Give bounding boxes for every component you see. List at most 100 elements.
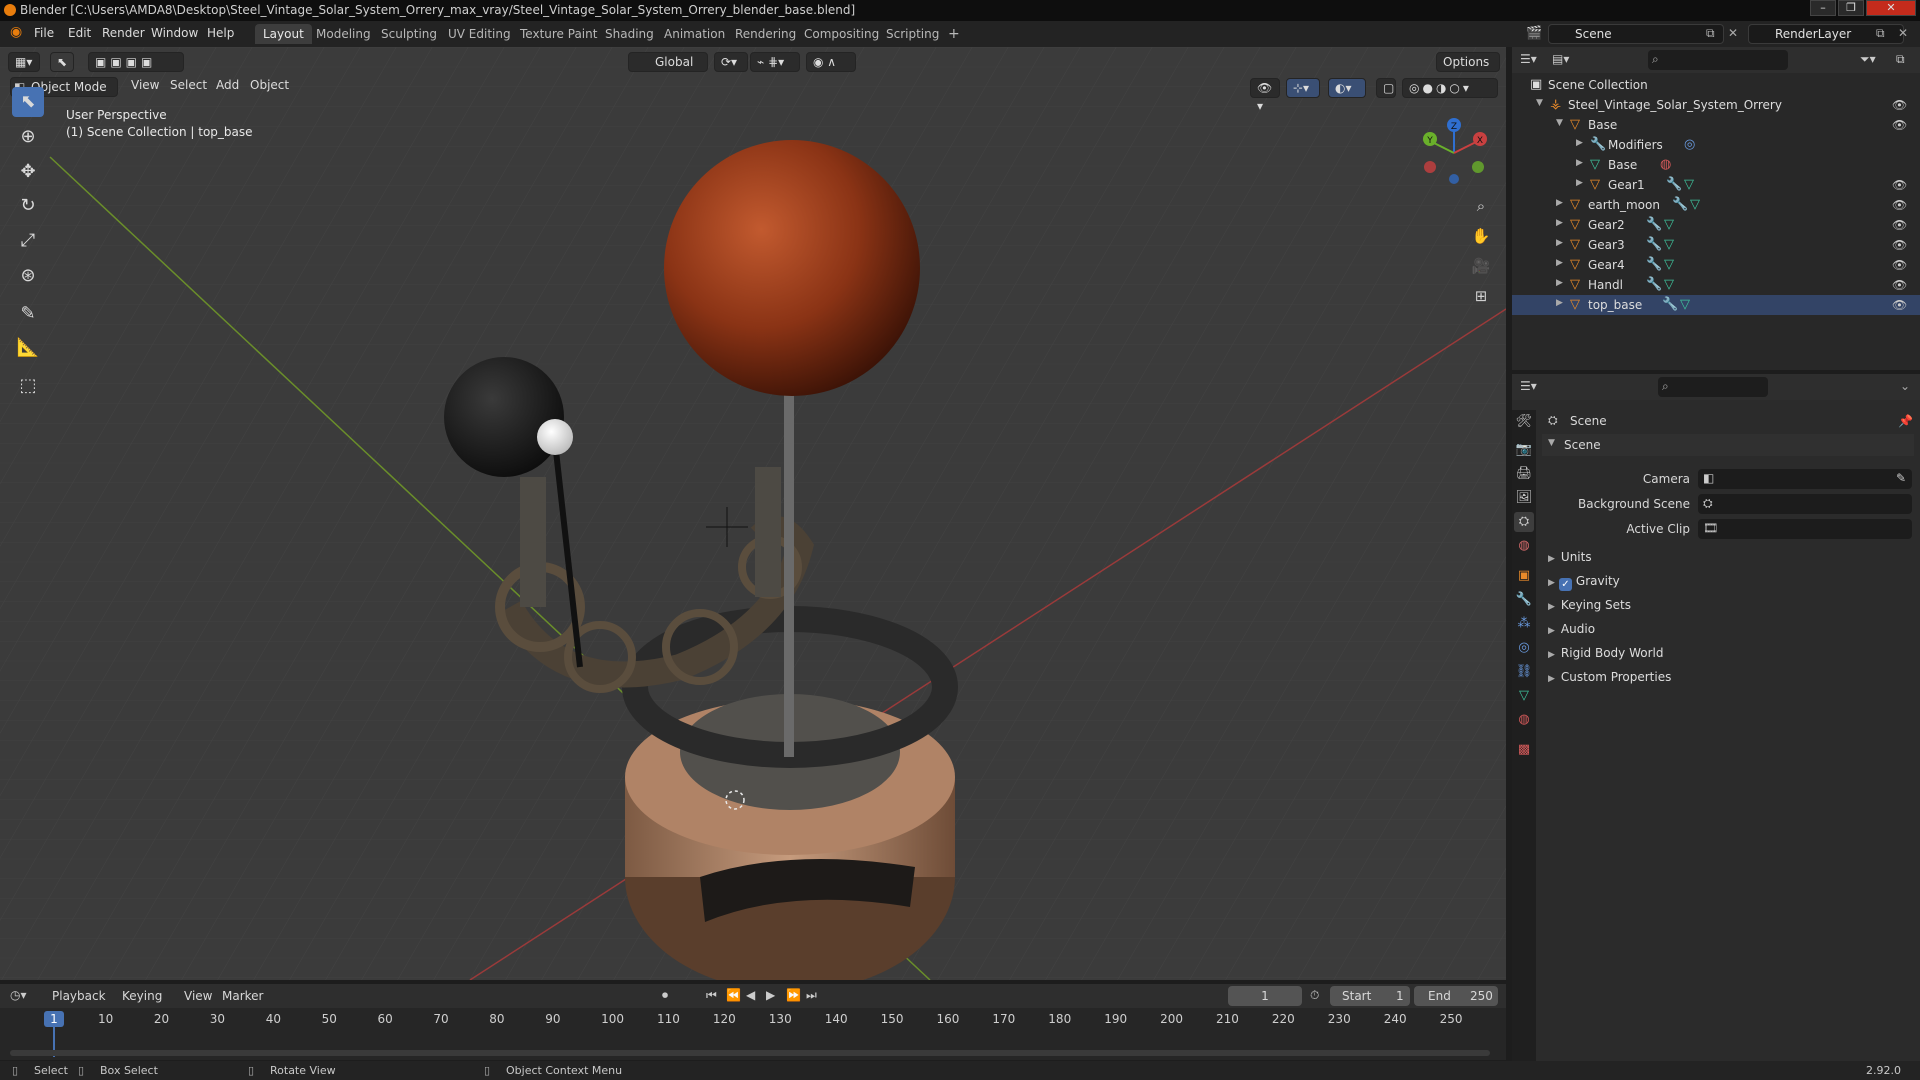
- tab-uv-editing[interactable]: UV Editing: [440, 24, 519, 44]
- texture-tab-icon[interactable]: ▩: [1514, 740, 1534, 760]
- chevron-down-icon[interactable]: ⌄: [1900, 379, 1910, 393]
- delete-view-layer-icon[interactable]: ✕: [1898, 26, 1908, 40]
- scene-selector[interactable]: Scene: [1548, 24, 1724, 44]
- perspective-grid-icon[interactable]: ⊞: [1468, 283, 1494, 309]
- record-icon[interactable]: ⏺: [662, 988, 668, 1003]
- prev-keyframe-icon[interactable]: ⏪: [726, 988, 741, 1002]
- maximize-button[interactable]: ❐: [1838, 0, 1864, 16]
- properties-search-input[interactable]: [1658, 377, 1768, 397]
- outliner-row-top-base[interactable]: ▶ ▽ top_base 🔧 ▽ 👁: [1512, 295, 1920, 315]
- jump-start-icon[interactable]: ⏮: [706, 988, 717, 1003]
- particles-tab-icon[interactable]: ⁂: [1514, 614, 1534, 634]
- proportional-editing-icon[interactable]: ◉ ∧: [806, 52, 856, 72]
- visibility-eye-icon[interactable]: 👁: [1892, 218, 1907, 232]
- xray-toggle-icon[interactable]: ▢: [1376, 78, 1396, 98]
- cursor-tool-icon[interactable]: ⊕: [12, 122, 44, 152]
- outliner-row-gear2[interactable]: ▶ ▽ Gear2 🔧 ▽ 👁: [1512, 215, 1920, 235]
- options-dropdown[interactable]: Options: [1436, 52, 1500, 72]
- overlay-toggle-icon[interactable]: ◐▾: [1328, 78, 1366, 98]
- expand-icon[interactable]: ▶: [1556, 238, 1563, 248]
- rotate-tool-icon[interactable]: ↻: [12, 191, 44, 221]
- outliner-row-gear4[interactable]: ▶ ▽ Gear4 🔧 ▽ 👁: [1512, 255, 1920, 275]
- camera-view-icon[interactable]: 🎥: [1468, 253, 1494, 279]
- transform-tool-icon[interactable]: ⊛: [12, 261, 44, 291]
- transform-orientation-dropdown[interactable]: Global: [628, 52, 708, 72]
- close-window-button[interactable]: ✕: [1866, 0, 1916, 16]
- menu-keying[interactable]: Keying: [122, 989, 162, 1003]
- menu-view[interactable]: View: [131, 78, 159, 92]
- start-frame-field[interactable]: Start 1: [1330, 986, 1410, 1006]
- menu-add[interactable]: Add: [216, 78, 239, 92]
- move-tool-icon[interactable]: ✥: [12, 157, 44, 187]
- timeline-ruler[interactable]: 10 20 30 40 50 60 70 80 90 100 110 120 130 140 150 160 1…: [0, 1008, 1506, 1060]
- visibility-icon[interactable]: 👁▾: [1250, 78, 1280, 113]
- menu-window[interactable]: Window: [151, 26, 198, 40]
- expand-icon[interactable]: ▶: [1556, 198, 1563, 208]
- display-mode-icon[interactable]: ▤▾: [1552, 52, 1569, 66]
- expand-icon[interactable]: ▶: [1576, 158, 1583, 168]
- menu-help[interactable]: Help: [207, 26, 234, 40]
- eyedropper-icon[interactable]: ✎: [1896, 471, 1906, 485]
- annotate-tool-icon[interactable]: ✎: [12, 299, 44, 329]
- blender-menu-icon[interactable]: ◉: [10, 24, 22, 40]
- rigid-body-world-panel[interactable]: ▶ Rigid Body World: [1548, 646, 1663, 660]
- gizmo-toggle-icon[interactable]: ⊹▾: [1286, 78, 1320, 98]
- outliner-row-modifiers[interactable]: ▶ 🔧 Modifiers ◎: [1512, 135, 1920, 155]
- world-tab-icon[interactable]: ◍: [1514, 536, 1534, 556]
- tab-compositing[interactable]: Compositing: [796, 24, 887, 44]
- add-workspace-button[interactable]: +: [940, 24, 968, 44]
- object-tab-icon[interactable]: ▣: [1514, 566, 1534, 586]
- outliner-row-base-mesh[interactable]: ▶ ▽ Base ◍: [1512, 155, 1920, 175]
- custom-properties-panel[interactable]: ▶ Custom Properties: [1548, 670, 1671, 684]
- outliner-row-handl[interactable]: ▶ ▽ Handl 🔧 ▽ 👁: [1512, 275, 1920, 295]
- add-cube-tool-icon[interactable]: ⬚: [12, 371, 44, 401]
- outliner-search-input[interactable]: [1648, 50, 1788, 70]
- visibility-eye-icon[interactable]: 👁: [1892, 118, 1907, 132]
- modifier-tab-icon[interactable]: 🔧: [1514, 590, 1534, 610]
- units-panel[interactable]: ▶ Units: [1548, 550, 1592, 564]
- scale-tool-icon[interactable]: ⤢: [12, 226, 44, 256]
- 3d-viewport[interactable]: ▦▾ ⬉ ▣▣▣▣ Global ⟳▾ ⌁ ⋕▾ ◉ ∧ Options Obj…: [0, 47, 1506, 980]
- tab-shading[interactable]: Shading: [597, 24, 662, 44]
- shading-mode-buttons[interactable]: ◎●◑○▾: [1402, 78, 1498, 98]
- measure-tool-icon[interactable]: 📐: [12, 333, 44, 363]
- tab-layout[interactable]: Layout: [255, 24, 312, 44]
- active-clip-field[interactable]: [1698, 519, 1912, 539]
- outliner-row-earth-moon[interactable]: ▶ ▽ earth_moon 🔧 ▽ 👁: [1512, 195, 1920, 215]
- expand-icon[interactable]: ▶: [1556, 278, 1563, 288]
- scene-panel-header[interactable]: ▼ Scene: [1542, 434, 1914, 456]
- audio-panel[interactable]: ▶ Audio: [1548, 622, 1595, 636]
- visibility-eye-icon[interactable]: 👁: [1892, 258, 1907, 272]
- new-view-layer-icon[interactable]: ⧉: [1876, 26, 1885, 41]
- expand-icon[interactable]: ▶: [1576, 178, 1583, 188]
- menu-edit[interactable]: Edit: [68, 26, 91, 40]
- scene-browse-icon[interactable]: 🎬: [1526, 26, 1542, 41]
- menu-select[interactable]: Select: [170, 78, 207, 92]
- current-frame-field[interactable]: 1: [1228, 986, 1302, 1006]
- keying-sets-panel[interactable]: ▶ Keying Sets: [1548, 598, 1631, 612]
- outliner-row-scene-collection[interactable]: ▣ Scene Collection: [1512, 75, 1920, 95]
- play-reverse-icon[interactable]: ◀: [746, 988, 755, 1002]
- camera-field[interactable]: [1698, 469, 1912, 489]
- tab-texture-paint[interactable]: Texture Paint: [512, 24, 605, 44]
- select-tool-icon[interactable]: ⬉: [50, 52, 74, 72]
- pan-hand-icon[interactable]: ✋: [1468, 223, 1494, 249]
- menu-object[interactable]: Object: [250, 78, 289, 92]
- background-scene-field[interactable]: [1698, 494, 1912, 514]
- constraints-tab-icon[interactable]: ⛓: [1514, 662, 1534, 682]
- zoom-icon[interactable]: ⌕: [1468, 193, 1494, 219]
- outliner-row-gear1[interactable]: ▶ ▽ Gear1 🔧 ▽ 👁: [1512, 175, 1920, 195]
- material-tab-icon[interactable]: ◍: [1514, 710, 1534, 730]
- end-frame-field[interactable]: End 250: [1414, 986, 1498, 1006]
- editor-type-icon[interactable]: ▦▾: [8, 52, 40, 72]
- expand-icon[interactable]: ▶: [1556, 258, 1563, 268]
- play-icon[interactable]: ▶: [766, 988, 775, 1002]
- navigation-gizmo[interactable]: Z Y X: [1416, 113, 1496, 193]
- expand-icon[interactable]: ▶: [1576, 138, 1583, 148]
- visibility-eye-icon[interactable]: 👁: [1892, 298, 1907, 312]
- outliner-editor-type-icon[interactable]: ☰▾: [1520, 52, 1537, 66]
- pin-icon[interactable]: 📌: [1898, 414, 1913, 428]
- menu-view[interactable]: View: [184, 989, 212, 1003]
- visibility-eye-icon[interactable]: 👁: [1892, 178, 1907, 192]
- expand-icon[interactable]: ▶: [1556, 218, 1563, 228]
